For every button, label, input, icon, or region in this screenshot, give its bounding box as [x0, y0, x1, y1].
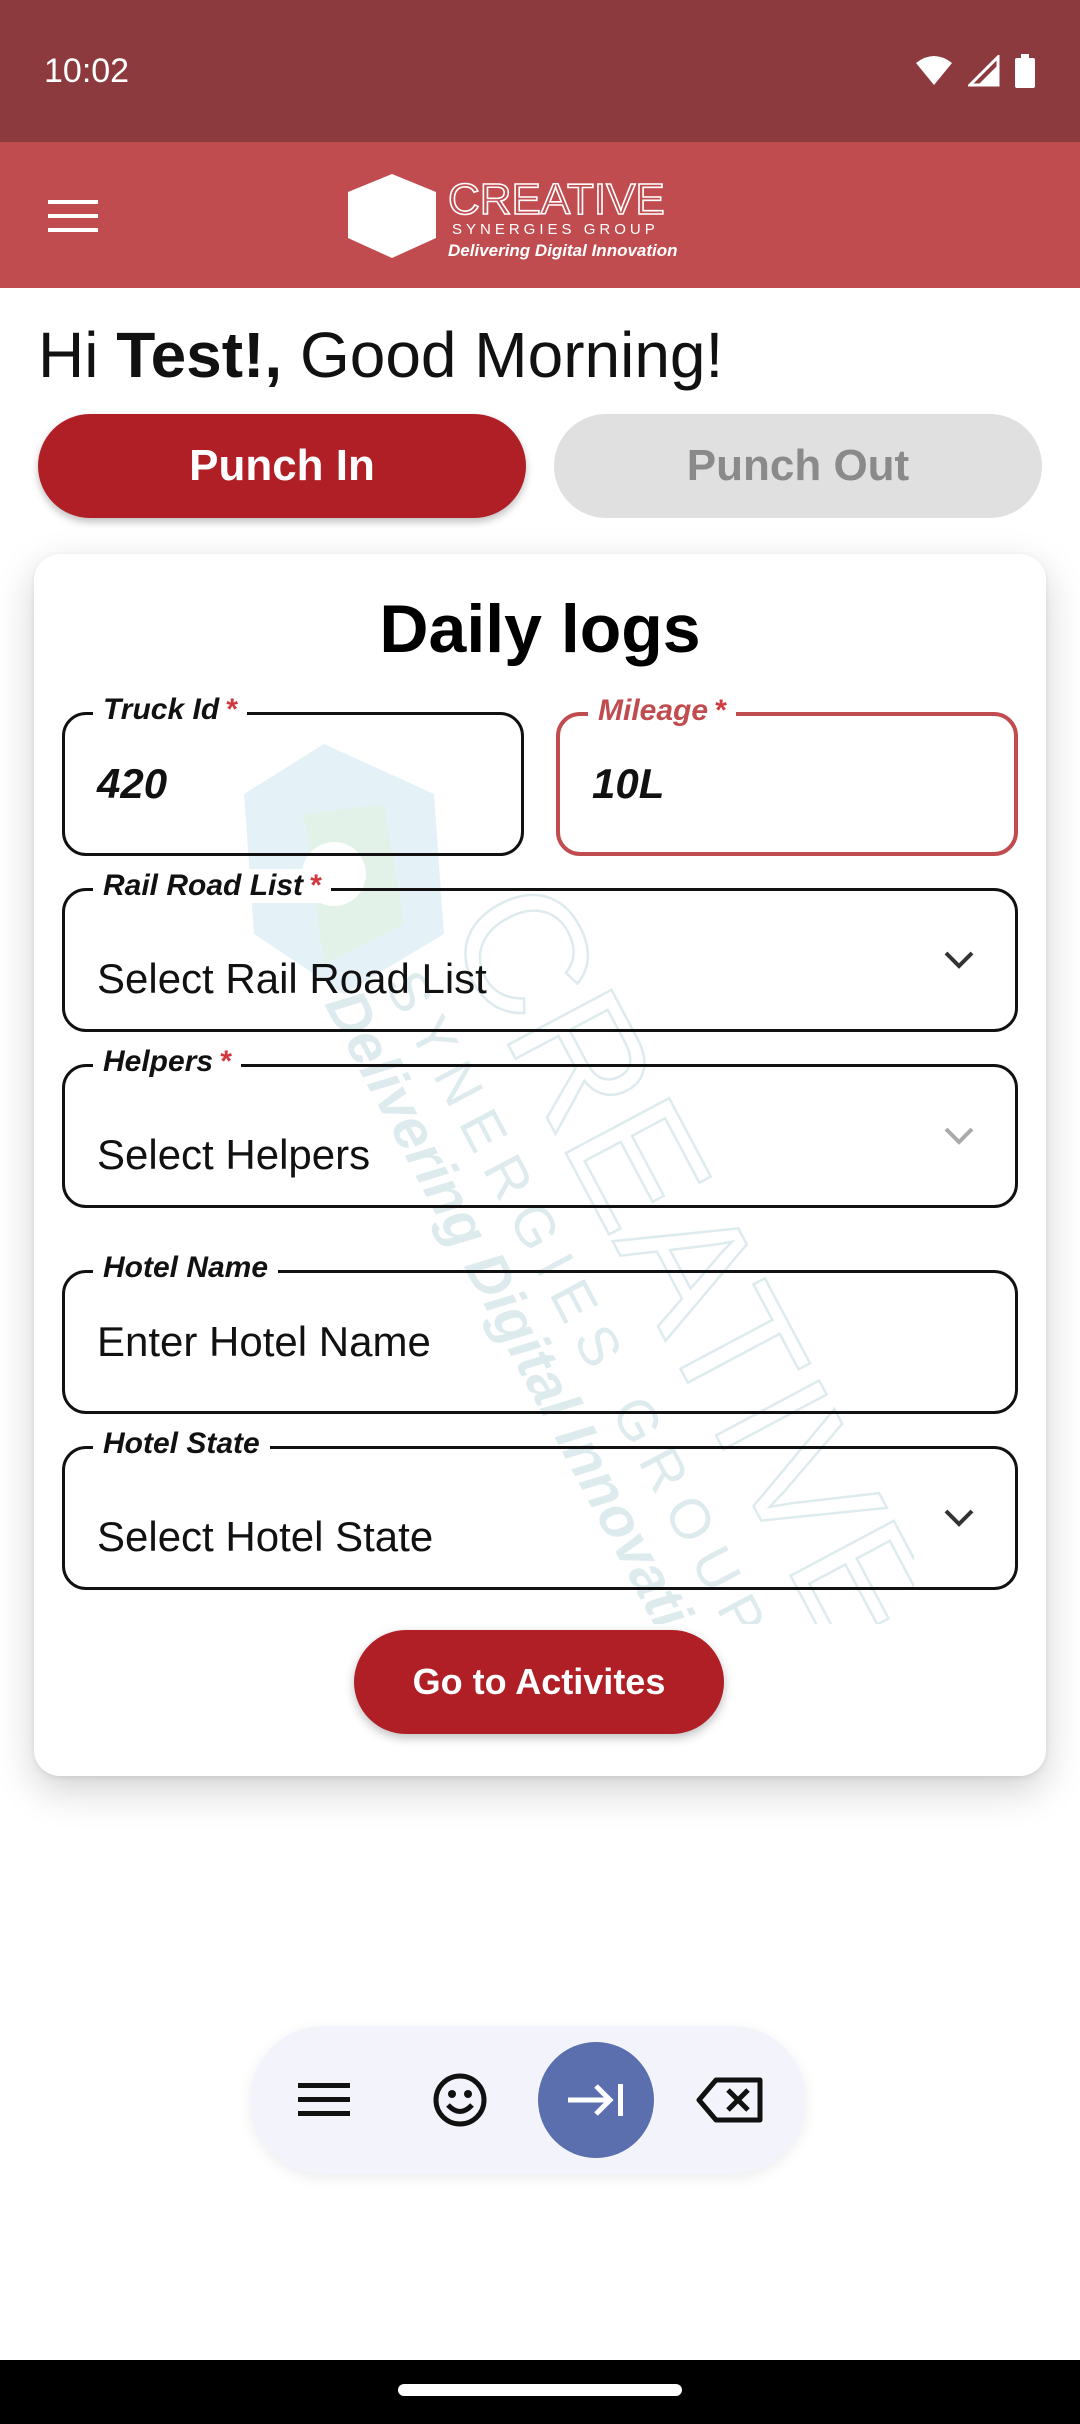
greeting-hi: Hi — [38, 319, 117, 391]
hotel-name-label: Hotel Name — [93, 1251, 279, 1285]
go-to-activities-button[interactable]: Go to Activites — [354, 1630, 724, 1734]
rail-road-list-dropdown[interactable]: Rail Road List * Select Rail Road List — [62, 869, 1018, 1032]
system-nav-bar — [0, 2360, 1080, 2424]
backspace-icon — [696, 2077, 763, 2123]
punch-out-button[interactable]: Punch Out — [554, 414, 1042, 518]
keyboard-backspace-button[interactable] — [680, 2050, 780, 2150]
menu-button[interactable] — [40, 186, 106, 246]
signal-icon — [968, 55, 1000, 87]
rail-road-list-value: Select Rail Road List — [97, 955, 487, 1002]
mileage-label: Mileage * — [588, 694, 736, 728]
helpers-value: Select Helpers — [97, 1131, 371, 1178]
keyboard-toolbar — [250, 2026, 806, 2174]
emoji-icon — [433, 2073, 487, 2127]
svg-text:SYNERGIES GROUP: SYNERGIES GROUP — [452, 221, 659, 238]
battery-icon — [1015, 54, 1035, 88]
chevron-down-icon — [944, 1509, 974, 1527]
wifi-icon — [916, 56, 952, 85]
keyboard-emoji-button[interactable] — [410, 2050, 510, 2150]
tab-arrow-icon — [568, 2084, 623, 2116]
keyboard-menu-button[interactable] — [274, 2050, 374, 2150]
hamburger-icon — [48, 200, 98, 232]
truck-id-label: Truck Id * — [93, 693, 247, 727]
card-title: Daily logs — [379, 591, 701, 667]
greeting-text: Hi Test!, Good Morning! — [38, 318, 723, 392]
keyboard-next-button[interactable] — [538, 2042, 654, 2158]
helpers-label: Helpers * — [93, 1045, 241, 1079]
svg-text:Delivering Digital Innovation: Delivering Digital Innovation — [448, 241, 678, 260]
daily-logs-card: CREATIVE SYNERGIES GROUP Delivering Digi… — [34, 554, 1046, 1776]
greeting-user-name: Test!, — [116, 319, 283, 391]
hotel-state-label: Hotel State — [93, 1427, 270, 1461]
status-bar: 10:02 — [0, 0, 1080, 142]
svg-text:CREATIVE: CREATIVE — [448, 175, 665, 224]
hotel-state-dropdown[interactable]: Hotel State Select Hotel State — [62, 1427, 1018, 1590]
rail-road-list-label: Rail Road List * — [93, 869, 331, 903]
greeting-rest: Good Morning! — [282, 319, 724, 391]
hotel-name-placeholder: Enter Hotel Name — [97, 1318, 431, 1365]
truck-id-value: 420 — [97, 760, 168, 807]
status-time: 10:02 — [44, 51, 130, 90]
status-icons — [914, 54, 1036, 88]
menu-icon — [298, 2083, 350, 2116]
home-gesture-handle[interactable] — [398, 2384, 682, 2396]
mileage-field[interactable]: Mileage * 10L — [556, 694, 1018, 856]
punch-in-button[interactable]: Punch In — [38, 414, 526, 518]
chevron-down-icon — [944, 951, 974, 969]
truck-id-field[interactable]: Truck Id * 420 — [62, 693, 524, 856]
hotel-state-value: Select Hotel State — [97, 1513, 434, 1560]
app-bar: CREATIVE SYNERGIES GROUP Delivering Digi… — [0, 142, 1080, 288]
mileage-value: 10L — [592, 760, 665, 807]
company-logo: CREATIVE SYNERGIES GROUP Delivering Digi… — [348, 174, 678, 260]
hotel-name-input[interactable]: Hotel Name Enter Hotel Name — [62, 1251, 1018, 1414]
helpers-dropdown[interactable]: Helpers * Select Helpers — [62, 1045, 1018, 1208]
chevron-down-icon — [944, 1127, 974, 1145]
